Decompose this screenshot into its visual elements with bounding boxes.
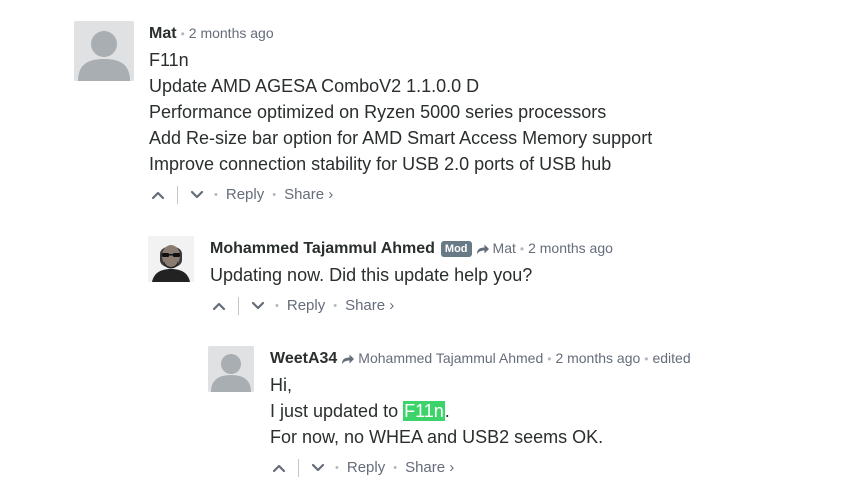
comment-line: Improve connection stability for USB 2.0… [149,154,612,174]
comment-line: For now, no WHEA and USB2 seems OK. [270,427,604,447]
comment-time[interactable]: 2 months ago [555,350,640,366]
parent-author-link[interactable]: Mat [493,240,516,256]
downvote-icon[interactable] [188,185,206,205]
reply-button[interactable]: Reply [347,458,385,478]
comment-line: I just updated to F11n. [270,401,450,421]
reply-arrow-icon [341,349,355,371]
comment-footer: • Reply • Share › [210,296,613,316]
downvote-icon[interactable] [309,458,327,478]
comment-time[interactable]: 2 months ago [189,25,274,41]
comment-meta: WeetA34 Mohammed Tajammul Ahmed • 2 months … [270,347,691,369]
share-button[interactable]: Share › [284,185,333,205]
comment-line: Updating now. Did this update help you? [210,265,533,285]
highlighted-text: F11n [403,401,445,421]
vote-divider [298,459,299,477]
default-avatar-icon[interactable] [74,21,134,81]
comment-thread: Mat • 2 months ago F11n Update AMD AGESA C… [0,0,863,490]
reply-button[interactable]: Reply [226,185,264,205]
vote-divider [238,297,239,315]
default-avatar-icon[interactable] [208,346,254,392]
comment-body: F11n Update AMD AGESA ComboV2 1.1.0.0 D … [149,47,652,177]
reply-button[interactable]: Reply [287,296,325,316]
comment-meta: Mat • 2 months ago [149,25,274,42]
mod-badge: Mod [440,241,472,257]
comment-body: Updating now. Did this update help you? [210,262,613,288]
comment-line: F11n [149,50,189,70]
comment-author[interactable]: WeetA34 [270,350,337,367]
comment-line: Add Re-size bar option for AMD Smart Acc… [149,128,653,148]
reply-arrow-icon [476,239,490,261]
comment-footer: • Reply • Share › [149,185,652,205]
comment-line: Update AMD AGESA ComboV2 1.1.0.0 D [149,76,480,96]
comment-line: Hi, [270,375,292,395]
vote-divider [177,186,178,204]
parent-author-link[interactable]: Mohammed Tajammul Ahmed [358,350,543,366]
comment-meta: Mohammed Tajammul Ahmed Mod Mat • 2 months a… [210,237,613,259]
comment-line: Performance optimized on Ryzen 5000 seri… [149,102,607,122]
comment-author[interactable]: Mat [149,25,177,42]
comment-footer: • Reply • Share › [270,458,691,478]
comment-body: Hi, I just updated to F11n. For now, no … [270,372,691,450]
share-button[interactable]: Share › [405,458,454,478]
upvote-icon[interactable] [149,185,167,205]
share-button[interactable]: Share › [345,296,394,316]
user-photo-avatar[interactable] [148,236,194,282]
upvote-icon[interactable] [210,296,228,316]
downvote-icon[interactable] [249,296,267,316]
comment-time[interactable]: 2 months ago [528,240,613,256]
upvote-icon[interactable] [270,458,288,478]
edited-label: edited [652,350,691,366]
comment-author[interactable]: Mohammed Tajammul Ahmed [210,240,435,257]
